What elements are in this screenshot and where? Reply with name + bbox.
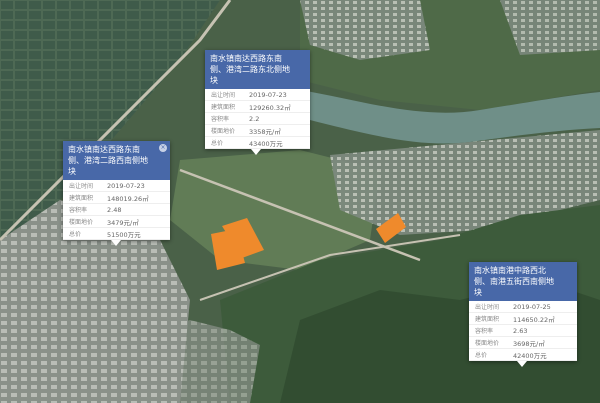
info-value: 42400万元 <box>513 351 547 360</box>
popup-title: 南水镇南达西路东南侧、港湾二路西南侧地块 <box>63 141 170 180</box>
info-value: 43400万元 <box>249 139 283 148</box>
info-row: 楼面地价 3698元/㎡ <box>469 337 577 349</box>
info-row: 容积率 2.48 <box>63 204 170 216</box>
info-label: 容积率 <box>475 328 494 335</box>
info-row: 总价 42400万元 <box>469 349 577 361</box>
info-row: 建筑面积 114650.22㎡ <box>469 313 577 325</box>
info-label: 总价 <box>211 140 224 147</box>
info-row: 总价 51500万元 <box>63 228 170 240</box>
info-value: 2019-07-25 <box>513 302 551 311</box>
info-label: 建筑面积 <box>475 316 500 323</box>
popup-title: 南水镇南达西路东南侧、港湾二路东北侧地块 <box>205 50 310 89</box>
info-value: 51500万元 <box>107 230 141 239</box>
close-icon[interactable]: × <box>159 144 167 152</box>
satellite-map[interactable]: 南水镇南达西路东南侧、港湾二路东北侧地块 出让时间 2019-07-23 建筑面积… <box>0 0 600 403</box>
info-row: 出让时间 2019-07-23 <box>63 180 170 192</box>
popup-title: 南水镇南港中路西北侧、南港五街西南侧地块 <box>469 262 577 301</box>
info-label: 楼面地价 <box>475 340 500 347</box>
info-row: 建筑面积 129260.32㎡ <box>205 101 310 113</box>
info-value: 3479元/㎡ <box>107 218 139 227</box>
parcel-info-popup[interactable]: 南水镇南港中路西北侧、南港五街西南侧地块 出让时间 2019-07-25 建筑面积… <box>469 262 577 367</box>
info-label: 总价 <box>69 231 82 238</box>
info-row: 楼面地价 3479元/㎡ <box>63 216 170 228</box>
info-label: 容积率 <box>69 207 88 214</box>
parcel-info-popup[interactable]: 南水镇南达西路东南侧、港湾二路东北侧地块 出让时间 2019-07-23 建筑面积… <box>205 50 310 155</box>
info-value: 2019-07-23 <box>249 90 287 99</box>
info-value: 2019-07-23 <box>107 181 145 190</box>
info-value: 2.2 <box>249 114 260 123</box>
info-value: 3358元/㎡ <box>249 127 281 136</box>
info-row: 建筑面积 148019.26㎡ <box>63 192 170 204</box>
info-label: 总价 <box>475 352 488 359</box>
info-label: 出让时间 <box>211 92 236 99</box>
info-value: 148019.26㎡ <box>107 194 149 203</box>
info-value: 2.63 <box>513 326 528 335</box>
popup-pointer <box>517 361 527 367</box>
info-label: 楼面地价 <box>211 128 236 135</box>
info-row: 楼面地价 3358元/㎡ <box>205 125 310 137</box>
info-row: 容积率 2.2 <box>205 113 310 125</box>
info-value: 3698元/㎡ <box>513 339 545 348</box>
info-label: 建筑面积 <box>69 195 94 202</box>
popup-pointer <box>251 149 261 155</box>
info-value: 114650.22㎡ <box>513 315 555 324</box>
info-row: 出让时间 2019-07-23 <box>205 89 310 101</box>
info-label: 出让时间 <box>69 183 94 190</box>
info-row: 容积率 2.63 <box>469 325 577 337</box>
info-value: 129260.32㎡ <box>249 103 291 112</box>
info-row: 出让时间 2019-07-25 <box>469 301 577 313</box>
parcel-info-popup[interactable]: 南水镇南达西路东南侧、港湾二路西南侧地块 × 出让时间 2019-07-23 建筑… <box>63 141 170 246</box>
popup-pointer <box>111 240 121 246</box>
info-label: 楼面地价 <box>69 219 94 226</box>
info-label: 建筑面积 <box>211 104 236 111</box>
info-label: 出让时间 <box>475 304 500 311</box>
info-row: 总价 43400万元 <box>205 137 310 149</box>
info-label: 容积率 <box>211 116 230 123</box>
info-value: 2.48 <box>107 205 122 214</box>
